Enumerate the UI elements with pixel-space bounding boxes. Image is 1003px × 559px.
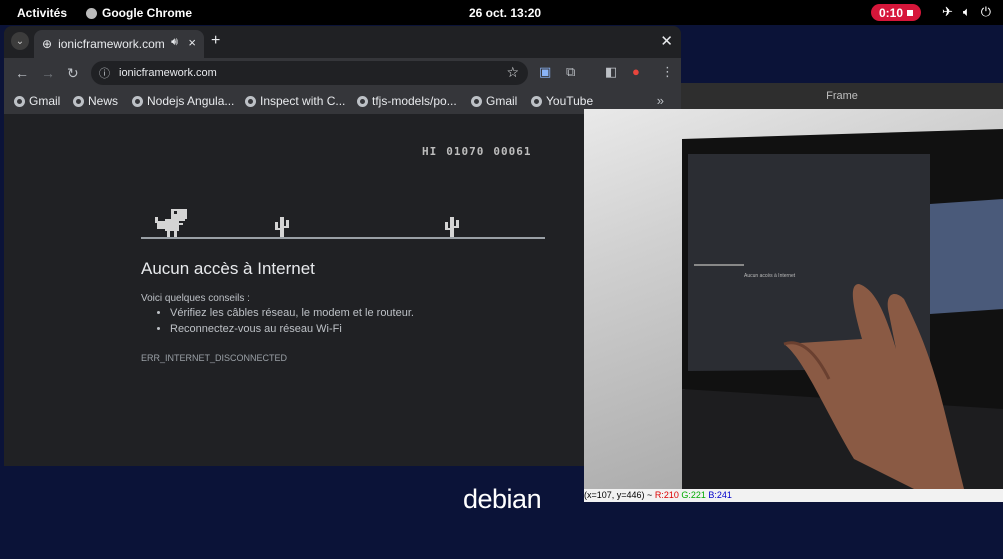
url-text: ionicframework.com	[119, 67, 217, 79]
globe-icon: ⊕	[42, 37, 53, 51]
side-panel-icon[interactable]: ◧	[605, 64, 617, 80]
extension-icon[interactable]: ▣	[539, 64, 551, 80]
blue-value: B:241	[708, 490, 732, 500]
reload-icon[interactable]: ↻	[67, 65, 79, 82]
ground-line	[141, 237, 545, 239]
bookmark-item[interactable]: Inspect with C...	[245, 94, 345, 108]
error-code: ERR_INTERNET_DISCONNECTED	[141, 353, 288, 363]
frame-status-bar: (x=107, y=446) ~ R:210 G:221 B:241	[584, 489, 1003, 502]
globe-icon	[357, 95, 368, 107]
score-display: HI 01070 00061	[422, 145, 541, 158]
app-menu[interactable]: Google Chrome	[86, 6, 192, 20]
globe-icon	[73, 95, 84, 107]
toolbar: ← → ↻ ⓘ ionicframework.com ☆ ▣ ⧉ ◧ ● ⋮	[4, 58, 681, 88]
close-window-icon[interactable]: ✕	[660, 32, 673, 50]
app-name: Google Chrome	[102, 6, 193, 20]
tips-heading: Voici quelques conseils :	[141, 293, 250, 304]
more-bookmarks-icon[interactable]: »	[657, 93, 664, 108]
hi-score: 01070	[446, 145, 485, 158]
recording-indicator[interactable]: 0:10	[871, 4, 921, 21]
volume-icon: 🔈︎	[962, 4, 971, 19]
bookmark-item[interactable]: Gmail	[471, 94, 517, 108]
back-icon[interactable]: ←	[15, 65, 29, 81]
cactus-icon	[275, 217, 289, 239]
globe-icon	[531, 95, 542, 107]
recording-time: 0:10	[878, 5, 904, 20]
bookmark-item[interactable]: News	[73, 94, 118, 108]
tab-search-icon[interactable]: ⌄	[11, 32, 29, 50]
page-content: HI 01070 00061 Aucun accès à Internet Vo…	[4, 115, 681, 466]
tips-list: Vérifiez les câbles réseau, le modem et …	[154, 307, 414, 339]
power-icon: ⏻	[980, 4, 991, 19]
tab-strip: ⌄ ⊕ ionicframework.com 🔊︎ × + ✕	[4, 26, 681, 58]
forward-icon[interactable]: →	[41, 65, 55, 81]
camera-frame: Aucun accès à Internet	[584, 109, 1003, 489]
bookmarks-bar: Gmail News Nodejs Angula... Inspect with…	[4, 88, 681, 115]
list-item: Reconnectez-vous au réseau Wi-Fi	[170, 323, 414, 335]
top-bar: Activités Google Chrome 26 oct. 13:20 0:…	[0, 0, 1003, 25]
bookmark-star-icon[interactable]: ☆	[506, 64, 519, 81]
cursor-coords: (x=107, y=446) ~	[584, 490, 653, 500]
bookmark-item[interactable]: tfjs-models/po...	[357, 94, 457, 108]
globe-icon	[14, 95, 25, 107]
current-score: 00061	[493, 145, 532, 158]
puzzle-icon[interactable]: ⧉	[566, 64, 575, 80]
globe-icon	[245, 95, 256, 107]
page-title: Aucun accès à Internet	[141, 259, 315, 278]
airplane-icon: ✈	[941, 4, 953, 19]
globe-icon	[471, 95, 482, 107]
list-item: Vérifiez les câbles réseau, le modem et …	[170, 307, 414, 319]
profile-avatar[interactable]: ●	[632, 64, 640, 79]
bookmark-item[interactable]: YouTube	[531, 94, 593, 108]
address-bar[interactable]: ⓘ ionicframework.com ☆	[91, 61, 528, 85]
hi-label: HI	[422, 145, 438, 158]
system-menu[interactable]: ✈ 🔈︎ ⏻	[942, 4, 991, 20]
frame-window-title[interactable]: Frame	[681, 83, 1003, 109]
menu-icon[interactable]: ⋮	[661, 64, 674, 80]
green-value: G:221	[681, 490, 706, 500]
chrome-window: ⌄ ⊕ ionicframework.com 🔊︎ × + ✕ ← → ↻ ⓘ …	[4, 26, 681, 466]
bookmark-item[interactable]: Gmail	[14, 94, 60, 108]
new-tab-button[interactable]: +	[211, 32, 220, 50]
screen-text: Aucun accès à Internet	[744, 273, 796, 279]
camera-image: Aucun accès à Internet	[682, 129, 1003, 489]
debian-logo: debian	[463, 484, 542, 514]
tab-title: ionicframework.com	[58, 37, 165, 51]
cactus-icon	[445, 217, 459, 239]
red-value: R:210	[654, 490, 679, 500]
activities-button[interactable]: Activités	[17, 6, 67, 20]
site-info-icon[interactable]: ⓘ	[99, 65, 110, 81]
stop-icon	[907, 9, 914, 16]
bookmark-item[interactable]: Nodejs Angula...	[132, 94, 234, 108]
tab-ionicframework[interactable]: ⊕ ionicframework.com 🔊︎ ×	[34, 30, 204, 58]
close-tab-icon[interactable]: ×	[188, 35, 196, 50]
globe-icon	[132, 95, 143, 107]
chrome-icon	[86, 7, 97, 19]
audio-icon[interactable]: 🔊︎	[171, 36, 178, 49]
clock[interactable]: 26 oct. 13:20	[469, 6, 541, 20]
